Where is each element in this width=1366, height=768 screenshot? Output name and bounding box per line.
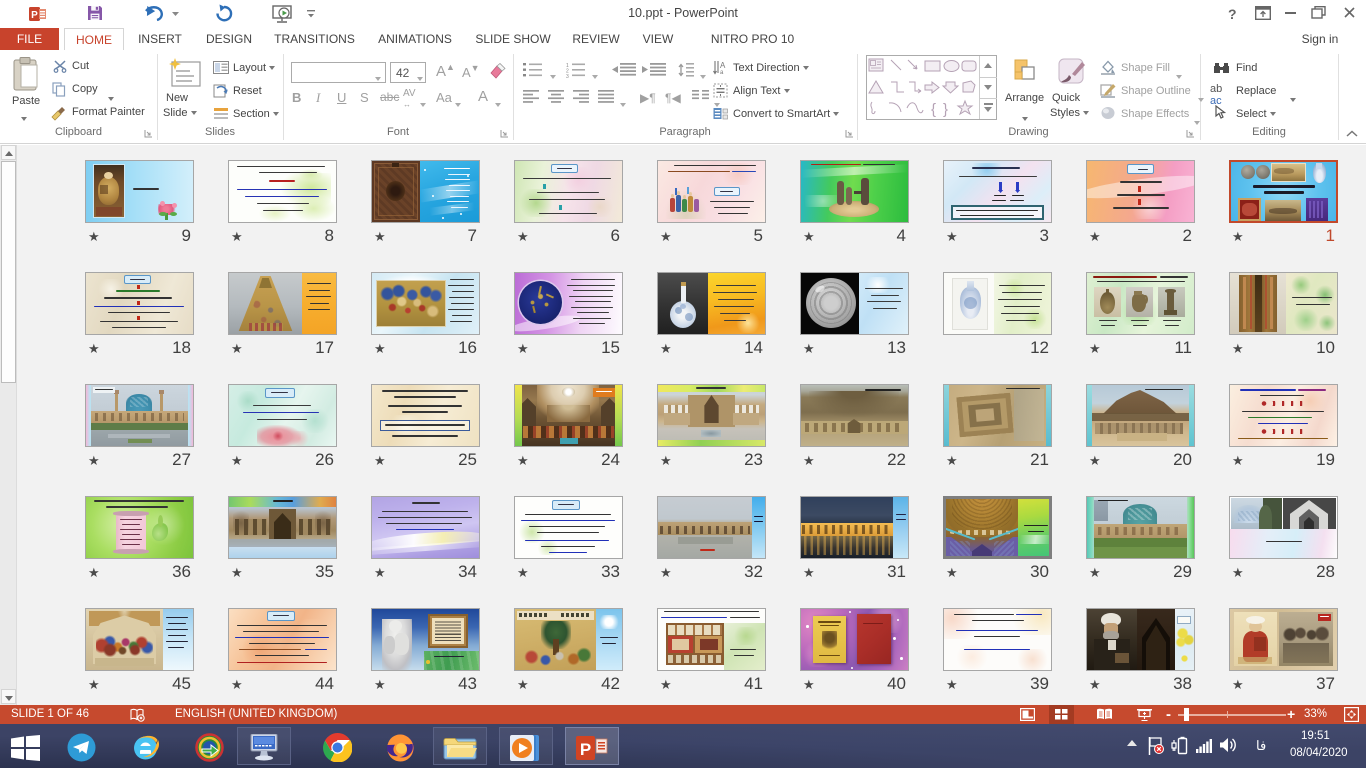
svg-text:a: a: [720, 70, 724, 75]
svg-text:P: P: [580, 740, 591, 759]
svg-text:{: {: [931, 101, 936, 118]
svg-text:}: }: [943, 101, 948, 118]
svg-text:A: A: [720, 61, 726, 70]
svg-text:3: 3: [566, 74, 569, 78]
